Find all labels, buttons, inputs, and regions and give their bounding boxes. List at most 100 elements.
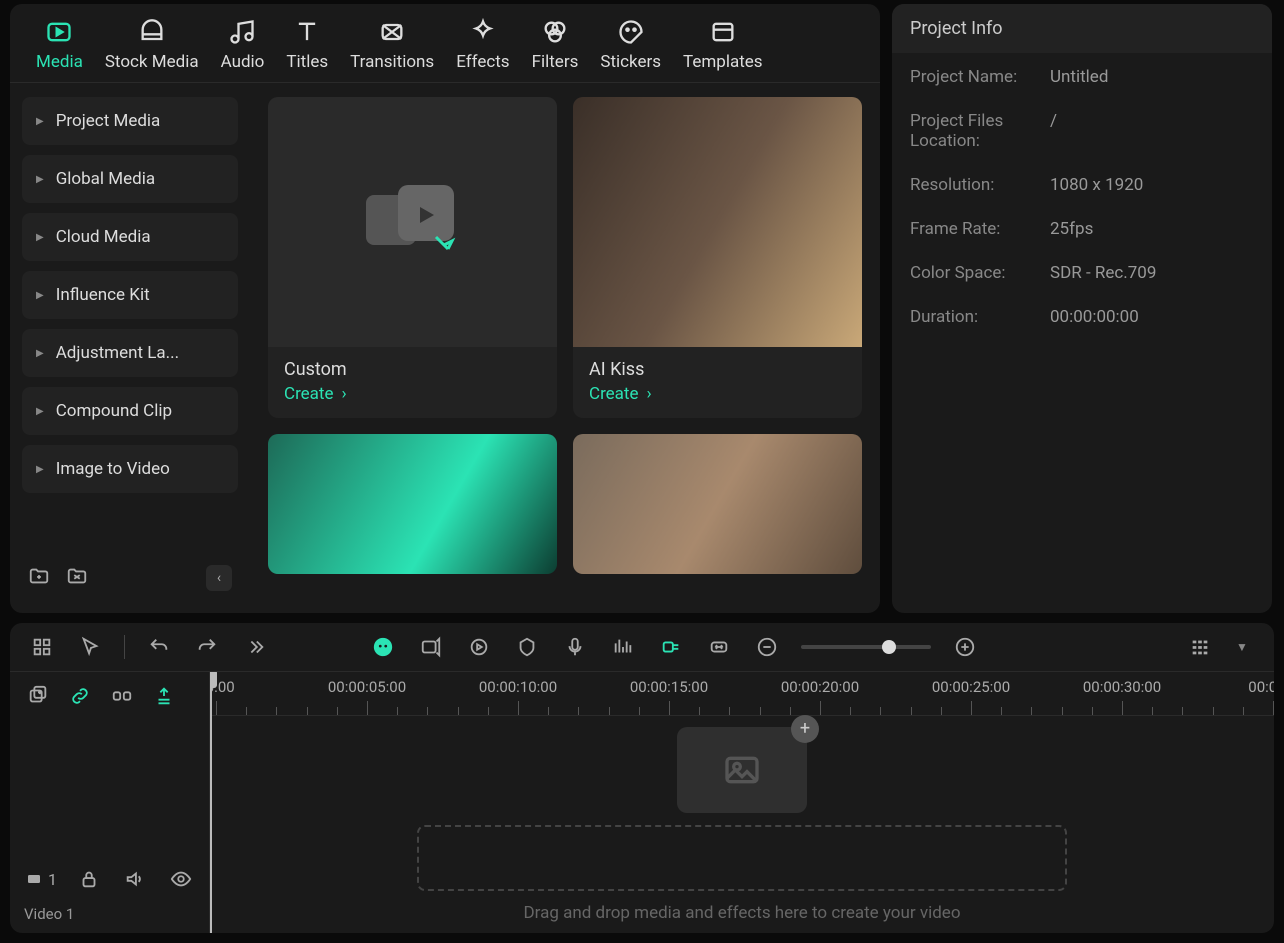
info-value: 25fps [1050, 219, 1093, 239]
sidebar-item-label: Influence Kit [56, 285, 150, 305]
zoom-in-button[interactable] [951, 633, 979, 661]
card-create-link[interactable]: Create› [573, 382, 862, 418]
sidebar-item-label: Project Media [56, 111, 161, 131]
ripple-button[interactable] [108, 682, 136, 710]
sidebar-item-project-media[interactable]: ▶ Project Media [22, 97, 238, 145]
top-tabs: Media Stock Media Audio Titles Transitio… [10, 4, 880, 83]
sidebar-item-compound-clip[interactable]: ▶Compound Clip [22, 387, 238, 435]
info-value: Untitled [1050, 67, 1108, 87]
zoom-slider[interactable] [801, 645, 931, 649]
triangle-right-icon: ▶ [36, 174, 44, 185]
tab-label: Stock Media [105, 52, 199, 72]
drop-hint-text: Drag and drop media and effects here to … [523, 903, 960, 923]
tab-templates[interactable]: Templates [683, 18, 763, 72]
info-row-project-name: Project Name:Untitled [910, 67, 1254, 87]
timeline-ruler[interactable]: 00:0000:00:05:0000:00:10:0000:00:15:0000… [210, 672, 1274, 716]
redo-button[interactable] [193, 633, 221, 661]
tab-label: Stickers [600, 52, 661, 72]
tab-label: Titles [286, 52, 328, 72]
add-media-button[interactable] [417, 633, 445, 661]
sidebar-item-influence-kit[interactable]: ▶Influence Kit [22, 271, 238, 319]
microphone-button[interactable] [561, 633, 589, 661]
card-title: Custom [268, 347, 557, 382]
sidebar-item-label: Global Media [56, 169, 155, 189]
info-label: Project Files Location: [910, 111, 1030, 151]
card-thumbnail [268, 97, 557, 347]
info-label: Color Space: [910, 263, 1030, 283]
stock-media-icon [138, 18, 166, 46]
info-label: Duration: [910, 307, 1030, 327]
sidebar-item-adjustment-layer[interactable]: ▶Adjustment La... [22, 329, 238, 377]
track-name: Video 1 [10, 901, 209, 933]
ruler-label: 00:00:10:00 [479, 678, 557, 696]
media-content: Custom Create› AI Kiss Create› [250, 83, 880, 613]
card-create-link[interactable]: Create› [268, 382, 557, 418]
fit-width-button[interactable] [705, 633, 733, 661]
info-row-color-space: Color Space: SDR - Rec.709 [910, 263, 1254, 283]
chevron-right-icon: › [647, 384, 652, 404]
preview-button[interactable] [465, 633, 493, 661]
info-value: 1080 x 1920 [1050, 175, 1143, 195]
tab-titles[interactable]: Titles [286, 18, 328, 72]
info-row-duration: Duration:00:00:00:00 [910, 307, 1254, 327]
hide-track-button[interactable] [167, 865, 195, 893]
triangle-right-icon: ▶ [36, 464, 44, 475]
triangle-right-icon: ▶ [36, 116, 44, 127]
collapse-sidebar-button[interactable]: ‹ [206, 565, 232, 591]
card-template-3[interactable] [268, 434, 557, 574]
transitions-icon [378, 18, 406, 46]
track-header: 1 Video 1 [10, 672, 210, 933]
mute-track-button[interactable] [121, 865, 149, 893]
tab-audio[interactable]: Audio [221, 18, 265, 72]
card-custom[interactable]: Custom Create› [268, 97, 557, 418]
new-folder-icon[interactable] [28, 565, 50, 591]
snap-button[interactable] [657, 633, 685, 661]
link-button[interactable] [66, 682, 94, 710]
info-value: / [1050, 111, 1057, 151]
lock-track-button[interactable] [75, 865, 103, 893]
tab-transitions[interactable]: Transitions [350, 18, 434, 72]
sidebar-item-label: Image to Video [56, 459, 170, 479]
zoom-out-button[interactable] [753, 633, 781, 661]
tab-filters[interactable]: Filters [532, 18, 579, 72]
track-badge: 1 [24, 870, 57, 889]
media-icon [45, 18, 73, 46]
tab-stickers[interactable]: Stickers [600, 18, 661, 72]
magnetic-button[interactable] [150, 682, 178, 710]
tab-label: Audio [221, 52, 265, 72]
playhead[interactable] [210, 672, 212, 933]
audio-mixer-button[interactable] [609, 633, 637, 661]
cursor-tool-button[interactable] [76, 633, 104, 661]
track-area: 00:0000:00:05:0000:00:10:0000:00:15:0000… [210, 672, 1274, 933]
tab-effects[interactable]: Effects [456, 18, 509, 72]
sidebar-item-label: Cloud Media [56, 227, 151, 247]
info-value: SDR - Rec.709 [1050, 263, 1156, 283]
add-track-button[interactable] [24, 682, 52, 710]
tab-label: Transitions [350, 52, 434, 72]
card-title: AI Kiss [573, 347, 862, 382]
view-dropdown-button[interactable]: ▼ [1228, 633, 1256, 661]
project-info-panel: Project Info Project Name:Untitled Proje… [892, 4, 1272, 613]
timeline-panel: ▼ 1 Video 1 [10, 623, 1274, 933]
ruler-label: 00:00:05:00 [328, 678, 406, 696]
tab-media[interactable]: Media [36, 18, 83, 72]
grid-view-button[interactable] [28, 633, 56, 661]
drop-target[interactable] [417, 825, 1067, 891]
sidebar-item-cloud-media[interactable]: ▶Cloud Media [22, 213, 238, 261]
ai-assistant-button[interactable] [369, 633, 397, 661]
sidebar-item-global-media[interactable]: ▶ Global Media [22, 155, 238, 203]
sidebar-item-image-to-video[interactable]: ▶ Image to Video [22, 445, 238, 493]
tab-label: Templates [683, 52, 763, 72]
tab-stock-media[interactable]: Stock Media [105, 18, 199, 72]
more-tools-button[interactable] [241, 633, 269, 661]
media-sidebar: ▶Project Media ▶Global Media ▶Cloud Medi… [10, 83, 250, 613]
card-template-4[interactable] [573, 434, 862, 574]
triangle-right-icon: ▶ [36, 406, 44, 417]
card-ai-kiss[interactable]: AI Kiss Create› [573, 97, 862, 418]
view-options-button[interactable] [1186, 633, 1214, 661]
plus-icon: + [791, 715, 819, 743]
undo-button[interactable] [145, 633, 173, 661]
marker-button[interactable] [513, 633, 541, 661]
delete-folder-icon[interactable] [66, 565, 88, 591]
tab-label: Filters [532, 52, 579, 72]
